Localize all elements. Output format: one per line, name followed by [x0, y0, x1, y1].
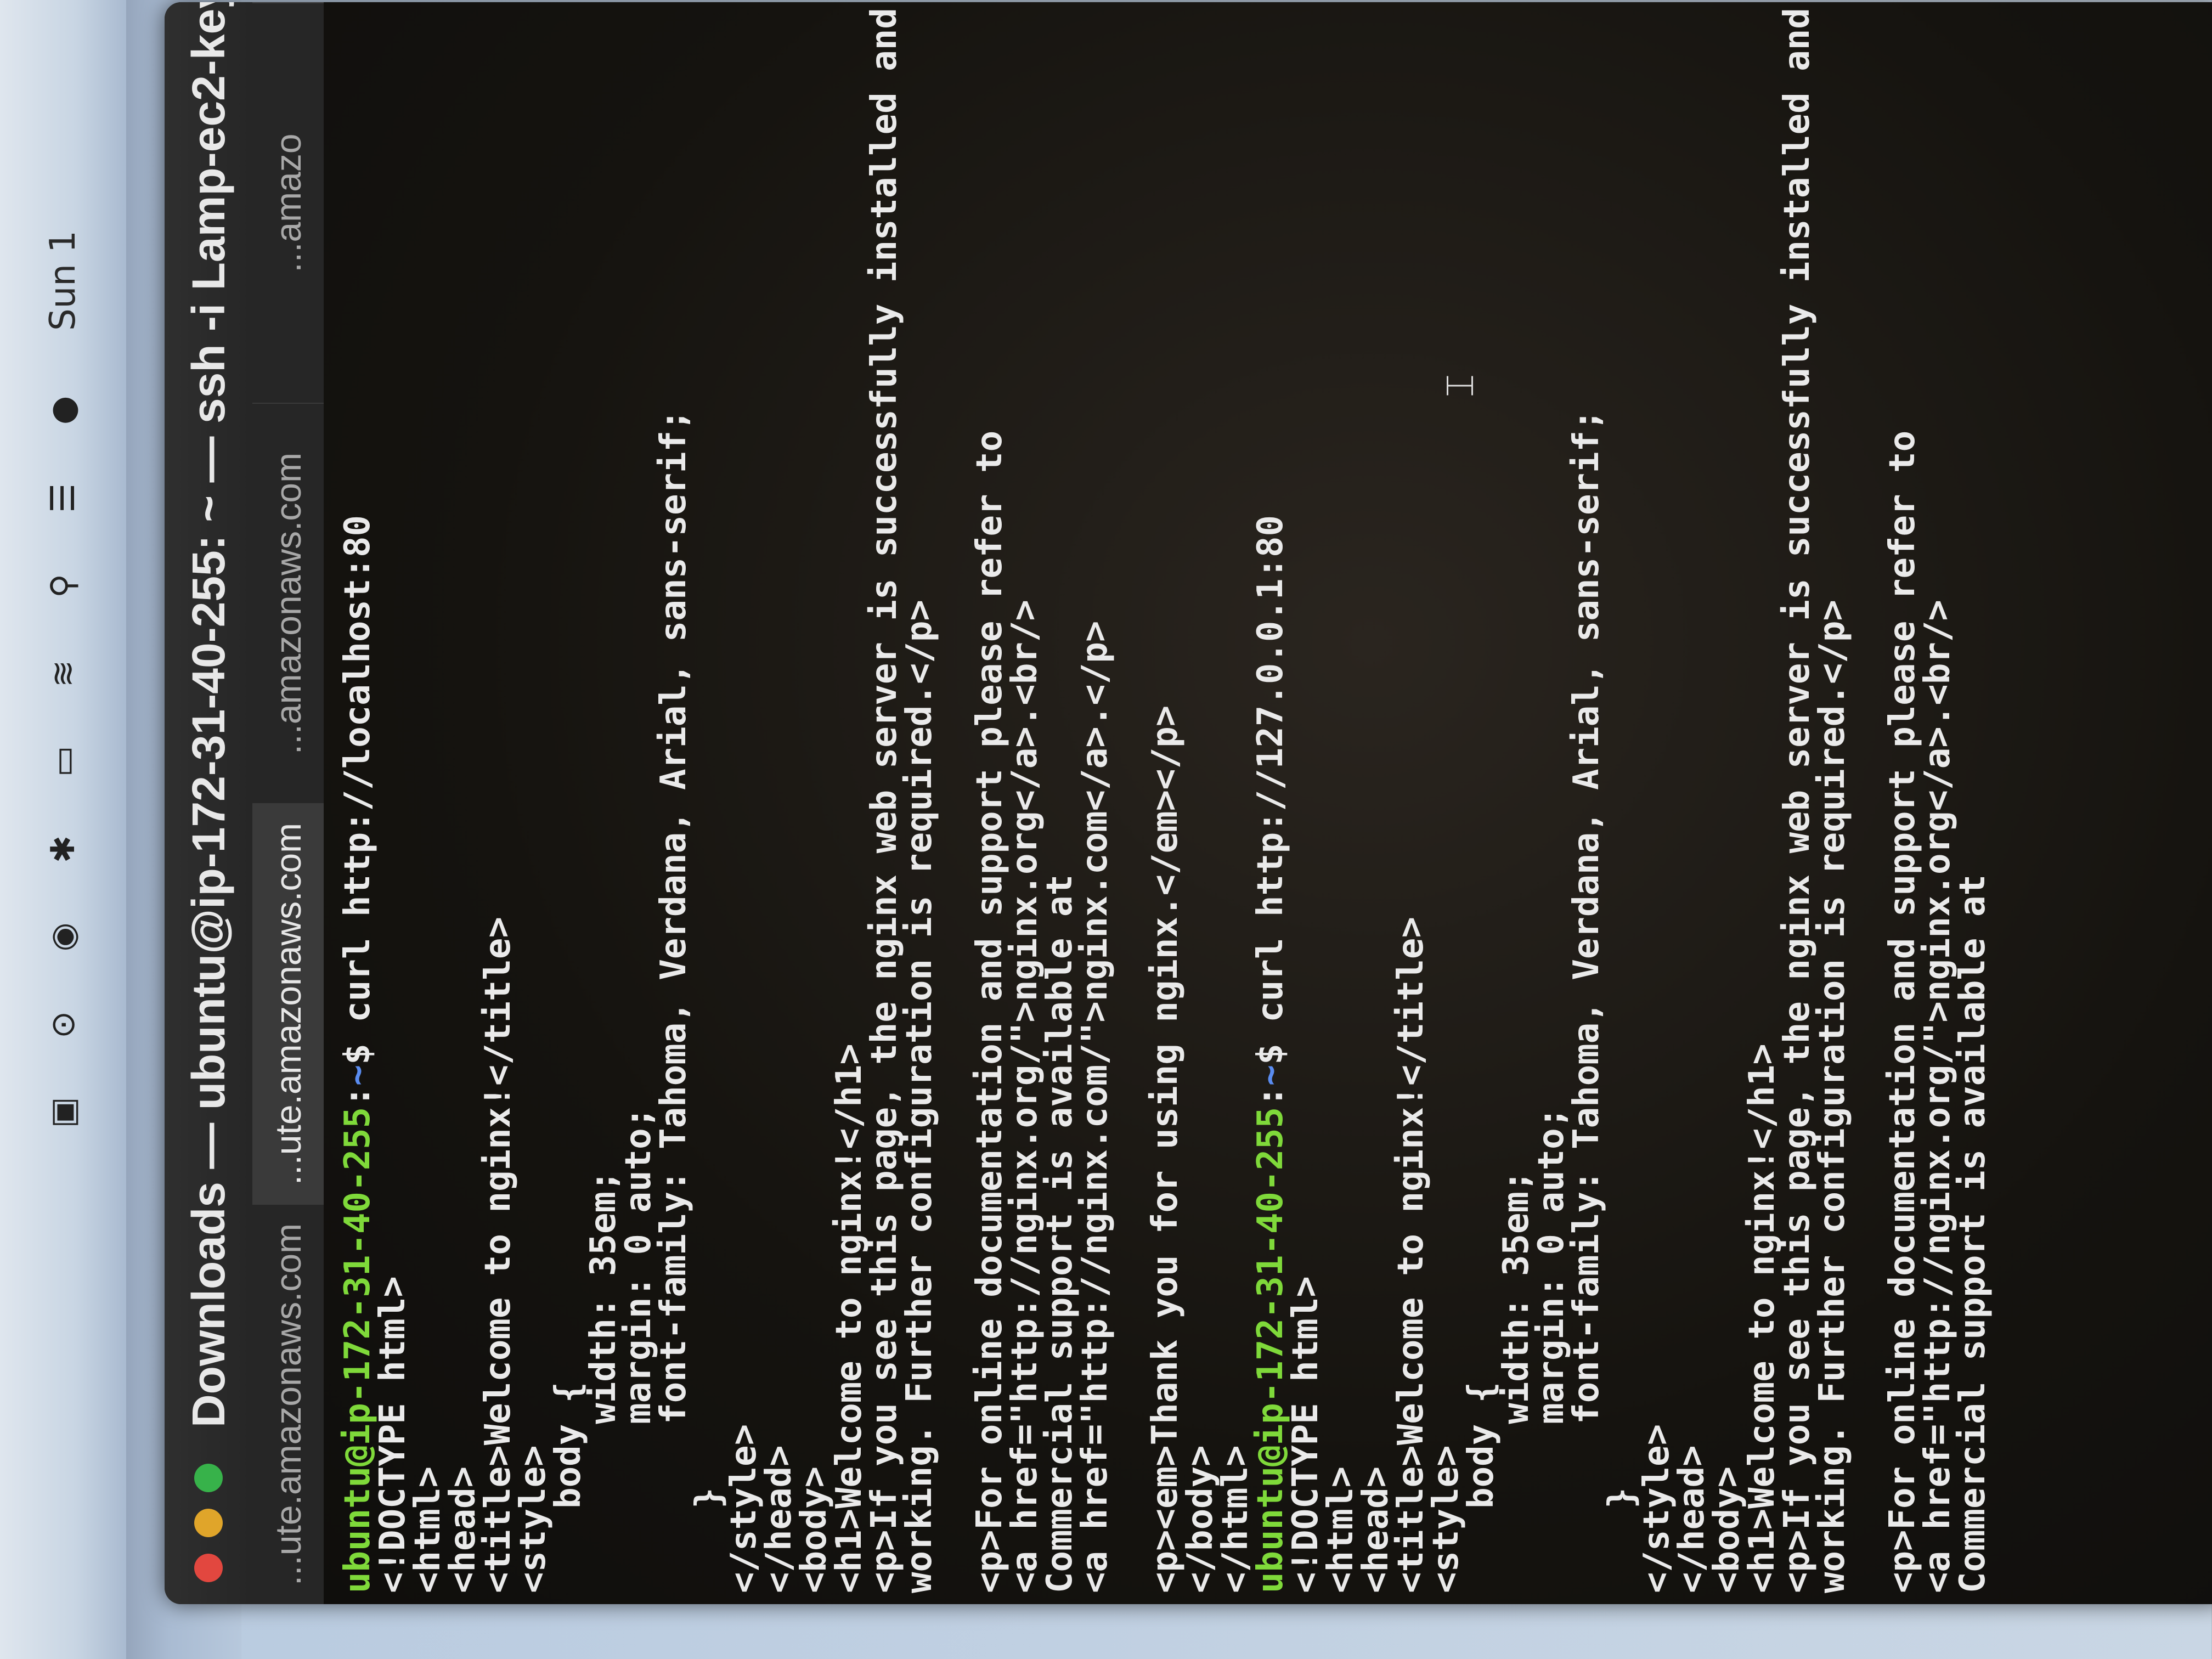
output-line: <p>For online documentation and support … — [1882, 430, 1923, 1593]
terminal-output[interactable]: ubuntu@ip-172-31-40-255:~$ curl http://l… — [324, 2, 2212, 1604]
output-line: Commercial support is available at — [1040, 874, 1080, 1593]
output-line: margin: 0 auto; — [1531, 1107, 1572, 1593]
output-line: margin: 0 auto; — [618, 1107, 659, 1593]
output-line: font-family: Tahoma, Verdana, Arial, san… — [653, 409, 694, 1593]
output-line: <title>Welcome to nginx!</title> — [478, 917, 518, 1593]
prompt-suffix: $ — [337, 1043, 378, 1065]
tab-2-active[interactable]: ...ute.amazonaws.com — [252, 803, 324, 1204]
output-line: width: 35em; — [1496, 1170, 1537, 1593]
output-line: <h1>Welcome to nginx!</h1> — [829, 1043, 870, 1593]
battery-icon[interactable]: ▭ — [44, 742, 82, 781]
output-line: <a href="http://nginx.com/">nginx.com</a… — [1075, 620, 1115, 1593]
prompt-suffix: $ — [1250, 1043, 1291, 1065]
prompt-line-2: ubuntu@ip-172-31-40-255:~$ curl http://1… — [1250, 515, 1291, 1593]
prompt-path: ~ — [1250, 1064, 1291, 1086]
siri-icon[interactable]: ● — [44, 391, 82, 430]
output-line: <head> — [1356, 1466, 1396, 1593]
wifi-icon[interactable]: ≋ — [44, 654, 82, 693]
output-line: <p>For online documentation and support … — [969, 430, 1010, 1593]
control-center-icon[interactable]: ☰ — [44, 479, 82, 517]
prompt-user: ubuntu@ip-172-31-40-255 — [337, 1107, 378, 1593]
minimize-button[interactable] — [194, 1509, 223, 1537]
output-line: </body> — [1180, 1445, 1221, 1593]
title-bar: Downloads — ubuntu@ip-172-31-40-255: ~ —… — [165, 2, 252, 1604]
output-line: <p><em>Thank you for using nginx.</em></… — [1145, 705, 1186, 1593]
text-cursor-icon: ⌶ — [1437, 374, 1482, 397]
output-line: <html> — [408, 1466, 448, 1593]
output-line: <head> — [443, 1466, 483, 1593]
output-line: <a href="http://nginx.org/">nginx.org</a… — [1917, 600, 1958, 1593]
output-line: <body> — [1707, 1466, 1747, 1593]
terminal-window: Downloads — ubuntu@ip-172-31-40-255: ~ —… — [165, 2, 2212, 1604]
output-line: <body> — [794, 1466, 834, 1593]
rotated-screen: ▣ ⊙ ◉ ✱ ▭ ≋ ⚲ ☰ ● Sun 1 Downloads — ubun… — [0, 0, 2212, 1659]
zoom-button[interactable] — [194, 1464, 223, 1492]
output-line: body { — [548, 1381, 589, 1593]
search-icon[interactable]: ⚲ — [44, 567, 82, 605]
output-line: </style> — [724, 1424, 764, 1593]
output-line: <a href="http://nginx.org/">nginx.org</a… — [1005, 600, 1045, 1593]
output-line: <html> — [1321, 1466, 1361, 1593]
output-line: body { — [1461, 1381, 1502, 1593]
output-line: Commercial support is available at — [1953, 874, 1993, 1593]
output-block-2: <!DOCTYPE html> <html> <head> <title>Welcom… — [1285, 8, 1993, 1593]
window-title: Downloads — ubuntu@ip-172-31-40-255: ~ —… — [182, 2, 234, 1427]
output-line: </head> — [1672, 1445, 1712, 1593]
output-line: working. Further configuration is requir… — [1812, 600, 1853, 1593]
user-icon[interactable]: ◉ — [44, 918, 82, 956]
tab-bar: ...ute.amazonaws.com ...ute.amazonaws.co… — [252, 2, 324, 1604]
output-line: <p>If you see this page, the nginx web s… — [864, 8, 905, 1593]
tab-4[interactable]: ...amazo — [252, 2, 324, 403]
output-line: <title>Welcome to nginx!</title> — [1391, 917, 1431, 1593]
output-line: </head> — [759, 1445, 799, 1593]
prompt-path: ~ — [337, 1064, 378, 1086]
output-line: <style> — [513, 1445, 554, 1593]
output-line: <h1>Welcome to nginx!</h1> — [1742, 1043, 1782, 1593]
output-line: <!DOCTYPE html> — [373, 1276, 413, 1593]
output-block-1: <!DOCTYPE html> <html> <head> <title>Welcom… — [373, 8, 1256, 1593]
screen-mirroring-icon[interactable]: ▣ — [44, 1093, 82, 1132]
output-line: } — [1601, 1487, 1642, 1593]
output-line: working. Further configuration is requir… — [899, 600, 940, 1593]
output-line: <style> — [1426, 1445, 1466, 1593]
output-line: </html> — [1215, 1445, 1256, 1593]
close-button[interactable] — [194, 1554, 223, 1582]
output-line: <!DOCTYPE html> — [1285, 1276, 1326, 1593]
output-line: } — [689, 1487, 729, 1593]
output-line: </style> — [1637, 1424, 1677, 1593]
prompt-user: ubuntu@ip-172-31-40-255 — [1250, 1107, 1291, 1593]
output-line: <p>If you see this page, the nginx web s… — [1777, 8, 1818, 1593]
output-line: width: 35em; — [583, 1170, 624, 1593]
tab-1[interactable]: ...ute.amazonaws.com — [252, 1204, 324, 1604]
menu-clock[interactable]: Sun 1 — [43, 230, 83, 331]
command-2: curl http://127.0.0.1:80 — [1250, 515, 1291, 1044]
prompt-line-1: ubuntu@ip-172-31-40-255:~$ curl http://l… — [337, 515, 378, 1593]
play-icon[interactable]: ⊙ — [44, 1006, 82, 1044]
output-line: font-family: Tahoma, Verdana, Arial, san… — [1566, 409, 1607, 1593]
bluetooth-icon[interactable]: ✱ — [44, 830, 82, 868]
tab-3[interactable]: ...amazonaws.com — [252, 403, 324, 803]
window-controls — [194, 1464, 223, 1582]
command-1: curl http://localhost:80 — [337, 515, 378, 1044]
menu-bar: ▣ ⊙ ◉ ✱ ▭ ≋ ⚲ ☰ ● Sun 1 — [0, 0, 126, 1659]
